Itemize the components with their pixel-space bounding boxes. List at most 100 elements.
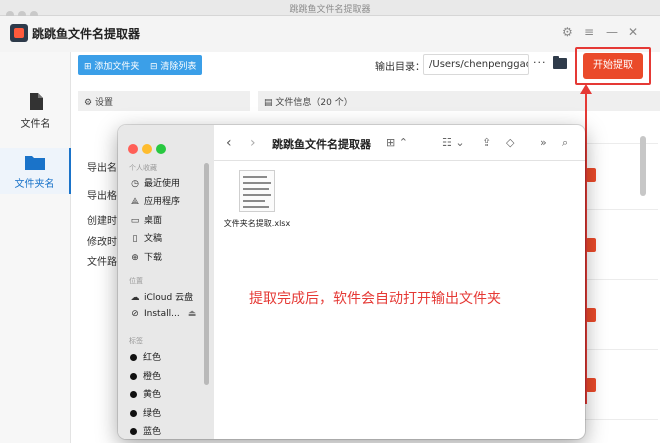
file-list-icon: ▤	[264, 98, 273, 108]
sidebar-item-label: 桌面	[144, 216, 163, 226]
clear-list-button[interactable]: ⊟ 清除列表	[150, 59, 196, 72]
finder-window-controls[interactable]	[128, 139, 170, 158]
app-title: 跳跳鱼文件名提取器	[32, 27, 141, 41]
app-logo-icon	[10, 24, 28, 42]
icon-view-icon[interactable]: ⊞ ⌃	[386, 136, 408, 149]
row-action-tag[interactable]	[586, 378, 596, 392]
files-panel-header: ▤ 文件信息（20 个）	[258, 91, 660, 111]
minimize-dot[interactable]	[142, 144, 152, 154]
menu-icon[interactable]: ≡	[584, 25, 594, 39]
setting-row: 修改时	[87, 237, 117, 248]
cloud-icon: ☁	[130, 293, 140, 303]
annotation-arrow-line	[585, 92, 587, 404]
start-extract-button[interactable]: 开始提取	[583, 53, 643, 79]
document-icon: ▯	[132, 234, 138, 244]
sidebar-item-label: 应用程序	[144, 197, 181, 207]
window-title-bar: 跳跳鱼文件名提取器	[0, 0, 660, 19]
setting-row: 创建时	[87, 216, 117, 227]
more-toolbar-icon[interactable]: »	[540, 136, 547, 149]
sidebar-item-label: 下载	[144, 253, 163, 263]
tag-dot-icon	[130, 373, 137, 380]
back-icon[interactable]: ‹	[226, 135, 232, 151]
group-by-icon[interactable]: ☷ ⌄	[442, 136, 465, 149]
folder-icon	[24, 156, 45, 170]
sidebar-item-label: iCloud 云盘	[144, 293, 194, 303]
row-action-tag[interactable]	[586, 168, 596, 182]
desktop-icon: ▭	[130, 216, 140, 226]
file-item[interactable]: 文件夹名提取.xlsx	[222, 170, 292, 229]
finder-toolbar: ‹ › 跳跳鱼文件名提取器 ⊞ ⌃ ☷ ⌄ ⇪ ◇ » ⌕	[214, 125, 585, 161]
tags-header: 标签	[129, 337, 143, 345]
finder-window: 个人收藏 ◷ 最近使用 ⟁ 应用程序 ▭ 桌面 ▯ 文稿 ⊕ 下载 位置 ☁ iCloud …	[118, 125, 585, 439]
tag-dot-icon	[130, 410, 137, 417]
forward-icon[interactable]: ›	[250, 135, 256, 151]
output-dir-label: 输出目录：	[375, 62, 425, 73]
disk-icon: ⊘	[131, 309, 139, 319]
setting-row: 导出格	[87, 191, 117, 202]
row-action-tag[interactable]	[586, 308, 596, 322]
sidebar-tag-red[interactable]: 红色	[130, 350, 161, 363]
file-list-scrollbar[interactable]	[640, 136, 646, 196]
files-panel-title: 文件信息（20 个）	[275, 98, 353, 108]
add-folder-button[interactable]: ⊞ 添加文件夹	[84, 59, 139, 72]
favorites-header: 个人收藏	[129, 164, 157, 172]
clear-list-label: 清除列表	[160, 62, 197, 72]
sidebar-item-install[interactable]: ⊘ Install... ⏏	[130, 309, 196, 319]
setting-row: 导出名	[87, 163, 117, 174]
sidebar-item-label: 绿色	[143, 409, 162, 419]
search-icon[interactable]: ⌕	[562, 136, 568, 150]
minimize-icon[interactable]: —	[606, 25, 618, 39]
finder-title: 跳跳鱼文件名提取器	[272, 138, 371, 151]
sidebar-item-filename[interactable]: 文件名	[0, 93, 71, 133]
eject-icon[interactable]: ⏏	[188, 309, 197, 319]
share-icon[interactable]: ⇪	[482, 136, 491, 149]
add-folder-label: 添加文件夹	[94, 62, 140, 72]
sidebar-item-desktop[interactable]: ▭ 桌面	[130, 213, 162, 226]
sidebar-item-icloud[interactable]: ☁ iCloud 云盘	[130, 290, 194, 303]
zoom-dot[interactable]	[156, 144, 166, 154]
open-folder-icon[interactable]	[553, 56, 567, 69]
settings-icon[interactable]: ⚙	[562, 25, 573, 39]
close-icon[interactable]: ✕	[628, 25, 638, 39]
sidebar-item-documents[interactable]: ▯ 文稿	[130, 231, 163, 244]
finder-sidebar: 个人收藏 ◷ 最近使用 ⟁ 应用程序 ▭ 桌面 ▯ 文稿 ⊕ 下载 位置 ☁ iCloud …	[118, 125, 214, 439]
sidebar-item-foldername[interactable]: 文件夹名	[0, 148, 71, 194]
settings-panel-title: 设置	[94, 98, 113, 108]
sidebar-tag-green[interactable]: 绿色	[130, 406, 161, 419]
tag-dot-icon	[130, 354, 137, 361]
spreadsheet-file-icon	[239, 170, 275, 212]
sidebar-item-label: 黄色	[143, 390, 162, 400]
sidebar-tag-yellow[interactable]: 黄色	[130, 387, 161, 400]
file-name: 文件夹名提取.xlsx	[223, 219, 291, 228]
row-action-tag[interactable]	[586, 238, 596, 252]
sidebar-item-label: 最近使用	[144, 179, 181, 189]
sidebar-item-label: 文件名	[20, 119, 51, 130]
close-dot[interactable]	[128, 144, 138, 154]
window-title: 跳跳鱼文件名提取器	[289, 5, 371, 15]
sidebar-item-label: 橙色	[143, 372, 162, 382]
output-dir-input[interactable]: /Users/chenpenggao/D	[423, 54, 529, 75]
setting-row: 文件路	[87, 257, 117, 268]
sidebar-item-label: 文稿	[144, 234, 163, 244]
gear-icon: ⚙	[84, 98, 93, 108]
sidebar-item-downloads[interactable]: ⊕ 下载	[130, 250, 162, 263]
toolbar-button-group: ⊞ 添加文件夹 ⊟ 清除列表	[78, 55, 202, 75]
sidebar-item-label: 红色	[143, 353, 162, 363]
sidebar-tag-orange[interactable]: 橙色	[130, 369, 161, 382]
sidebar-tag-blue[interactable]: 蓝色	[130, 424, 161, 437]
download-icon: ⊕	[131, 253, 139, 263]
tag-icon[interactable]: ◇	[506, 136, 514, 149]
sidebar-item-label: 文件夹名	[14, 179, 55, 190]
locations-header: 位置	[129, 277, 143, 285]
tag-dot-icon	[130, 428, 137, 435]
sidebar-item-applications[interactable]: ⟁ 应用程序	[130, 194, 180, 207]
sidebar-item-recent[interactable]: ◷ 最近使用	[130, 176, 180, 189]
clock-icon: ◷	[131, 179, 139, 189]
applications-icon: ⟁	[130, 197, 140, 207]
tag-dot-icon	[130, 391, 137, 398]
finder-sidebar-scrollbar[interactable]	[204, 163, 209, 385]
finder-content: ‹ › 跳跳鱼文件名提取器 ⊞ ⌃ ☷ ⌄ ⇪ ◇ » ⌕ 文件夹名提取.xls…	[214, 125, 585, 439]
more-options-button[interactable]: ···	[533, 56, 547, 69]
document-icon	[29, 93, 43, 110]
sidebar-item-label: Install...	[144, 309, 180, 319]
